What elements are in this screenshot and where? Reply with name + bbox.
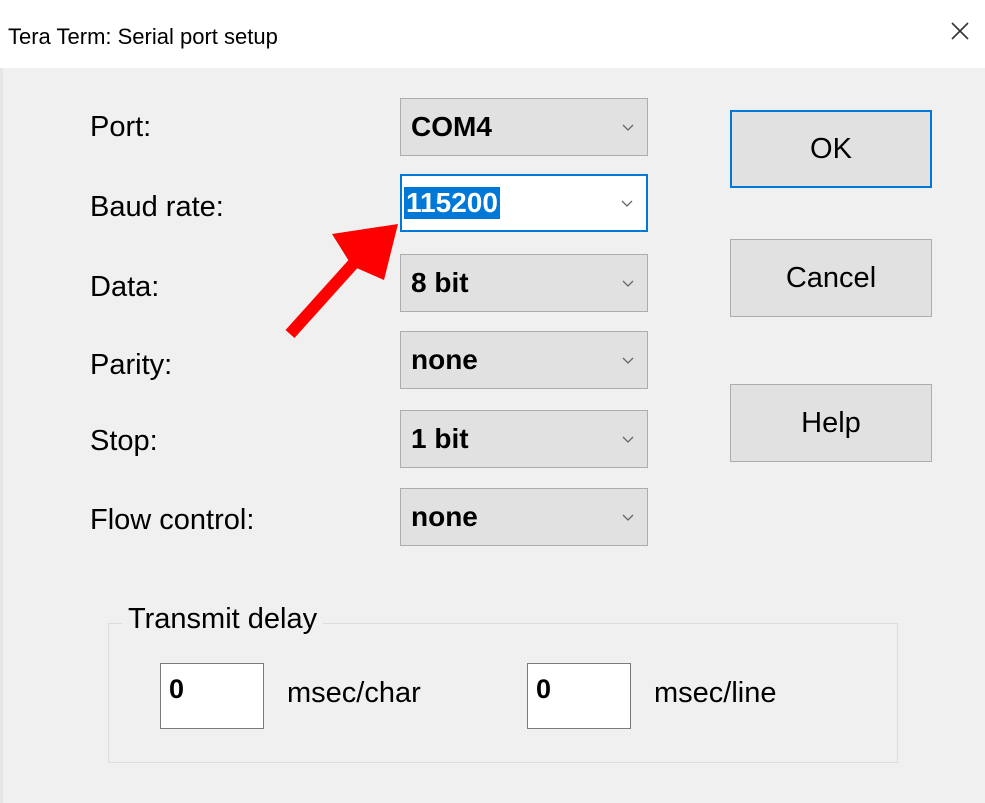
- stop-label: Stop:: [90, 425, 158, 457]
- title-bar: Tera Term: Serial port setup: [0, 0, 985, 68]
- baud-rate-label: Baud rate:: [90, 191, 224, 223]
- chevron-down-icon: [622, 280, 634, 287]
- msec-per-line-unit: msec/line: [654, 677, 777, 709]
- window-title: Tera Term: Serial port setup: [8, 24, 278, 49]
- serial-port-setup-dialog: Tera Term: Serial port setup Port: Baud …: [0, 0, 985, 803]
- ok-button[interactable]: OK: [730, 110, 932, 188]
- data-label: Data:: [90, 271, 160, 303]
- chevron-down-icon: [621, 200, 633, 207]
- cancel-button[interactable]: Cancel: [730, 239, 932, 317]
- flow-control-select[interactable]: none: [400, 488, 648, 546]
- flow-control-value: none: [411, 501, 478, 532]
- parity-value: none: [411, 344, 478, 375]
- data-bits-select[interactable]: 8 bit: [400, 254, 648, 312]
- port-select[interactable]: COM4: [400, 98, 648, 156]
- transmit-delay-title: Transmit delay: [122, 603, 324, 636]
- stop-bits-select[interactable]: 1 bit: [400, 410, 648, 468]
- port-value: COM4: [411, 111, 492, 142]
- baud-rate-value: 115200: [404, 187, 500, 219]
- msec-per-char-unit: msec/char: [287, 677, 421, 709]
- close-icon: [951, 22, 969, 40]
- baud-rate-select[interactable]: 115200: [400, 174, 648, 232]
- data-bits-value: 8 bit: [411, 267, 469, 298]
- msec-per-char-input[interactable]: 0: [160, 663, 264, 729]
- parity-select[interactable]: none: [400, 331, 648, 389]
- chevron-down-icon: [622, 436, 634, 443]
- red-arrow: [285, 224, 398, 339]
- msec-per-line-input[interactable]: 0: [527, 663, 631, 729]
- chevron-down-icon: [622, 124, 634, 131]
- stop-bits-value: 1 bit: [411, 423, 469, 454]
- window-border: [0, 68, 3, 803]
- port-label: Port:: [90, 111, 152, 143]
- flow-control-label: Flow control:: [90, 504, 255, 536]
- close-button[interactable]: [943, 14, 977, 48]
- parity-label: Parity:: [90, 349, 173, 381]
- chevron-down-icon: [622, 514, 634, 521]
- chevron-down-icon: [622, 357, 634, 364]
- help-button[interactable]: Help: [730, 384, 932, 462]
